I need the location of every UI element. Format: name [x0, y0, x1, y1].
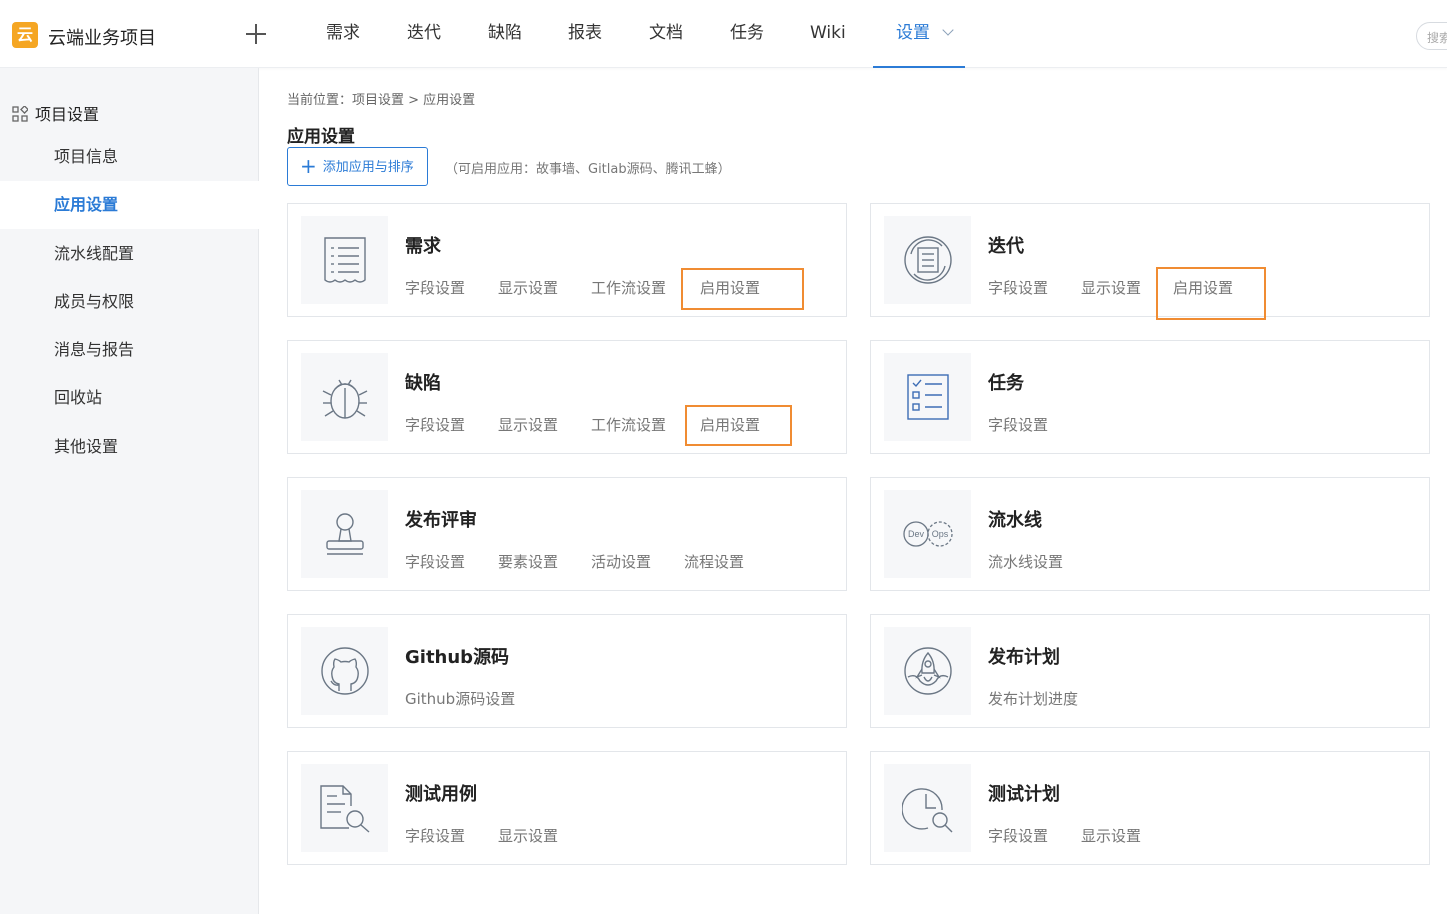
grid-icon: [12, 106, 28, 122]
field-settings-link[interactable]: 字段设置: [988, 277, 1048, 298]
available-apps-hint: （可启用应用：故事墙、Gitlab源码、腾讯工蜂）: [445, 162, 731, 177]
app-card-release-review: 发布评审 字段设置 要素设置 活动设置 流程设置: [287, 477, 847, 591]
nav-tasks[interactable]: 任务: [730, 0, 764, 68]
app-card-test-plan: 测试计划 字段设置 显示设置: [870, 751, 1430, 865]
sidebar-item-app-settings[interactable]: 应用设置: [0, 181, 259, 229]
iteration-cycle-icon: [904, 236, 952, 284]
nav-iterations[interactable]: 迭代: [407, 0, 441, 68]
main-content: 当前位置：项目设置 > 应用设置 应用设置 + 添加应用与排序 （可启用应用：故事…: [259, 68, 1447, 914]
devops-ops-label: Ops: [932, 529, 949, 539]
nav-settings-label: 设置: [896, 23, 930, 43]
display-settings-link[interactable]: 显示设置: [1081, 277, 1141, 298]
project-name[interactable]: 云端业务项目: [48, 24, 156, 50]
sidebar-item-members[interactable]: 成员与权限: [0, 278, 259, 326]
nav-requirements[interactable]: 需求: [326, 0, 360, 68]
pipeline-settings-link[interactable]: 流水线设置: [988, 551, 1063, 572]
nav-settings[interactable]: 设置: [873, 0, 965, 68]
app-card-pipeline: Dev Ops 流水线 流水线设置: [870, 477, 1430, 591]
add-icon[interactable]: [240, 18, 272, 50]
field-settings-link[interactable]: 字段设置: [988, 825, 1048, 846]
add-app-button[interactable]: + 添加应用与排序: [287, 147, 428, 186]
highlight-box: [1156, 267, 1266, 320]
card-title: 迭代: [988, 236, 1024, 257]
field-settings-link[interactable]: 字段设置: [988, 414, 1048, 435]
sidebar-item-notifications[interactable]: 消息与报告: [0, 326, 259, 374]
activity-settings-link[interactable]: 活动设置: [591, 551, 651, 572]
card-title: 发布评审: [405, 510, 477, 531]
highlight-box: [685, 405, 792, 446]
rocket-icon: [904, 647, 952, 695]
sidebar-item-project-info[interactable]: 项目信息: [0, 133, 259, 181]
sidebar-heading: 项目设置: [12, 101, 99, 125]
app-card-release-plan: 发布计划 发布计划进度: [870, 614, 1430, 728]
nav-defects[interactable]: 缺陷: [488, 0, 522, 68]
checklist-icon: [907, 374, 949, 420]
nav-wiki[interactable]: Wiki: [810, 0, 846, 68]
element-settings-link[interactable]: 要素设置: [498, 551, 558, 572]
card-title: 测试计划: [988, 784, 1060, 805]
document-list-icon: [324, 237, 366, 283]
sidebar-item-recycle-bin[interactable]: 回收站: [0, 374, 259, 422]
search-input[interactable]: 搜索: [1416, 22, 1447, 50]
app-card-test-cases: 测试用例 字段设置 显示设置: [287, 751, 847, 865]
stamp-icon: [326, 513, 364, 555]
release-plan-progress-link[interactable]: 发布计划进度: [988, 688, 1078, 709]
breadcrumb: 当前位置：项目设置 > 应用设置: [287, 93, 476, 108]
add-app-button-label: 添加应用与排序: [322, 160, 414, 175]
sidebar-heading-label: 项目设置: [35, 105, 100, 124]
workflow-settings-link[interactable]: 工作流设置: [591, 414, 666, 435]
app-card-tasks: 任务 字段设置: [870, 340, 1430, 454]
card-title: 发布计划: [988, 647, 1060, 668]
top-bar: 云 云端业务项目 需求 迭代 缺陷 报表 文档 任务 Wiki 设置 搜索: [0, 0, 1447, 68]
project-logo[interactable]: 云: [12, 22, 38, 48]
field-settings-link[interactable]: 字段设置: [405, 414, 465, 435]
display-settings-link[interactable]: 显示设置: [498, 825, 558, 846]
github-icon: [321, 647, 369, 695]
bug-icon: [322, 379, 368, 419]
process-settings-link[interactable]: 流程设置: [684, 551, 744, 572]
github-settings-link[interactable]: Github源码设置: [405, 688, 515, 709]
nav-documents[interactable]: 文档: [649, 0, 683, 68]
field-settings-link[interactable]: 字段设置: [405, 551, 465, 572]
display-settings-link[interactable]: 显示设置: [1081, 825, 1141, 846]
card-title: 测试用例: [405, 784, 477, 805]
display-settings-link[interactable]: 显示设置: [498, 277, 558, 298]
highlight-box: [681, 268, 804, 310]
devops-icon: Dev Ops: [903, 521, 953, 547]
card-title: Github源码: [405, 647, 510, 668]
app-card-iterations: 迭代 字段设置 显示设置 启用设置: [870, 203, 1430, 317]
test-case-icon: [320, 785, 370, 833]
plus-icon: +: [300, 154, 317, 178]
card-title: 缺陷: [405, 373, 441, 394]
card-title: 需求: [405, 236, 441, 257]
devops-dev-label: Dev: [908, 529, 925, 539]
page-title: 应用设置: [287, 127, 355, 147]
sidebar-item-other-settings[interactable]: 其他设置: [0, 423, 259, 471]
sidebar: 项目设置 项目信息 应用设置 流水线配置 成员与权限 消息与报告 回收站 其他设…: [0, 68, 259, 914]
app-card-github: Github源码 Github源码设置: [287, 614, 847, 728]
field-settings-link[interactable]: 字段设置: [405, 825, 465, 846]
card-title: 流水线: [988, 510, 1042, 531]
workflow-settings-link[interactable]: 工作流设置: [591, 277, 666, 298]
display-settings-link[interactable]: 显示设置: [498, 414, 558, 435]
card-title: 任务: [988, 373, 1024, 394]
sidebar-item-pipeline-config[interactable]: 流水线配置: [0, 230, 259, 278]
field-settings-link[interactable]: 字段设置: [405, 277, 465, 298]
test-plan-icon: [902, 788, 953, 833]
nav-reports[interactable]: 报表: [568, 0, 602, 68]
chevron-down-icon: [942, 24, 954, 36]
